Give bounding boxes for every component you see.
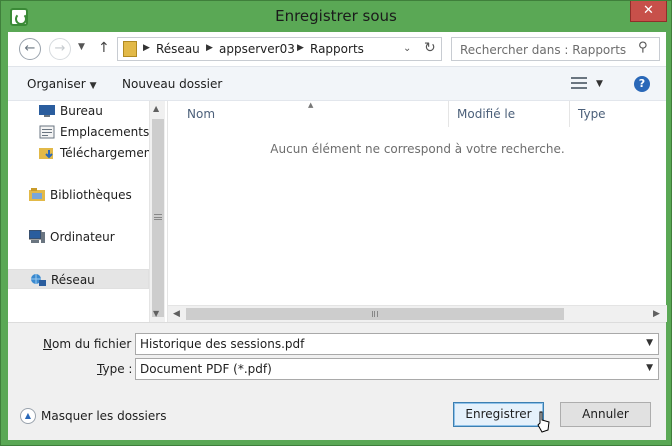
scroll-up-icon[interactable]: ▲ <box>153 104 159 113</box>
search-input[interactable]: Rechercher dans : Rapports <box>460 43 626 57</box>
breadcrumb-appserver03[interactable]: appserver03 <box>219 42 295 56</box>
column-header-name[interactable]: Nom <box>179 101 449 127</box>
file-type-dropdown-icon[interactable]: ▼ <box>646 363 653 373</box>
nav-item-label: Téléchargements <box>60 146 149 160</box>
nav-item-desktop[interactable]: Bureau <box>8 101 149 121</box>
network-icon <box>31 274 46 286</box>
filename-label: Nom du fichier : <box>43 337 140 351</box>
command-bar: Organiser ▼ Nouveau dossier ▼ ? <box>8 66 666 101</box>
search-icon[interactable]: ⚲ <box>638 40 648 55</box>
organize-button[interactable]: Organiser ▼ <box>27 77 97 91</box>
nav-item-network[interactable]: Réseau <box>8 269 149 289</box>
cancel-button[interactable]: Annuler <box>560 402 651 427</box>
file-type-value[interactable]: Document PDF (*.pdf) <box>140 362 272 376</box>
file-list-horizontal-scrollbar[interactable]: ◀ ▶ <box>168 305 667 322</box>
scrollbar-thumb[interactable] <box>186 308 564 320</box>
recent-places-icon <box>39 125 55 139</box>
help-icon[interactable]: ? <box>634 76 650 92</box>
file-type-select[interactable]: Document PDF (*.pdf) ▼ <box>135 358 659 380</box>
hide-folders-label: Masquer les dossiers <box>41 409 167 423</box>
empty-results-message: Aucun élément ne correspond à votre rech… <box>270 142 565 156</box>
chevron-right-icon[interactable]: ▶ <box>206 43 213 53</box>
address-bar[interactable]: ▶ Réseau ▶ appserver03 ▶ Rapports ⌄ ↻ <box>117 37 442 61</box>
refresh-icon[interactable]: ↻ <box>424 40 436 56</box>
breadcrumb-reports[interactable]: Rapports <box>310 42 364 56</box>
desktop-icon <box>39 105 55 117</box>
organize-label: Organiser <box>27 77 86 91</box>
view-dropdown-icon[interactable]: ▼ <box>596 79 603 89</box>
nav-item-label: Bureau <box>60 104 103 118</box>
view-options-icon[interactable] <box>571 76 587 90</box>
new-folder-button[interactable]: Nouveau dossier <box>122 77 222 91</box>
window-title: Enregistrer sous <box>275 7 397 25</box>
back-button[interactable]: ← <box>19 38 41 60</box>
file-list[interactable]: ▲ Nom Modifié le Type Aucun élément ne c… <box>167 101 667 322</box>
dialog-client-area: ← → ▼ ↑ ▶ Réseau ▶ appserver03 ▶ Rapport… <box>8 32 667 440</box>
filename-dropdown-icon[interactable]: ▼ <box>646 338 653 348</box>
nav-item-label: Bibliothèques <box>50 188 132 202</box>
downloads-icon <box>39 148 53 159</box>
save-as-dialog: Enregistrer sous ✕ ← → ▼ ↑ ▶ Réseau ▶ ap… <box>0 0 672 446</box>
filename-value[interactable]: Historique des sessions.pdf <box>140 337 304 351</box>
search-box[interactable]: Rechercher dans : Rapports ⚲ <box>451 37 660 61</box>
chevron-right-icon[interactable]: ▶ <box>143 43 150 53</box>
scrollbar-grip-icon <box>372 311 378 317</box>
file-type-label: Type : <box>97 362 133 376</box>
up-arrow-icon[interactable]: ↑ <box>98 40 110 56</box>
navigation-pane: Bureau Emplacements récents Téléchargeme… <box>8 101 165 322</box>
column-header-type[interactable]: Type <box>570 101 667 127</box>
chevron-up-icon[interactable]: ▲ <box>20 408 36 424</box>
recent-locations-dropdown-icon[interactable]: ▼ <box>78 42 85 52</box>
scrollbar-grip-icon <box>154 214 162 220</box>
address-dropdown-icon[interactable]: ⌄ <box>403 43 411 54</box>
title-bar[interactable]: Enregistrer sous ✕ <box>1 1 671 32</box>
close-button[interactable]: ✕ <box>630 1 667 22</box>
computer-icon <box>29 230 45 243</box>
address-row: ← → ▼ ↑ ▶ Réseau ▶ appserver03 ▶ Rapport… <box>8 32 666 66</box>
save-button[interactable]: Enregistrer <box>453 402 544 427</box>
scroll-right-icon[interactable]: ▶ <box>653 309 660 319</box>
chevron-down-icon: ▼ <box>89 81 97 91</box>
location-folder-icon <box>123 41 137 57</box>
libraries-icon <box>29 188 45 201</box>
forward-button[interactable]: → <box>49 38 71 60</box>
mouse-pointer-icon <box>537 411 550 433</box>
nav-item-libraries[interactable]: Bibliothèques <box>8 185 149 205</box>
filename-field[interactable]: Historique des sessions.pdf ▼ <box>135 333 659 355</box>
save-form: Nom du fichier : Historique des sessions… <box>8 322 666 440</box>
breadcrumb-network[interactable]: Réseau <box>156 42 200 56</box>
nav-item-downloads[interactable]: Téléchargements <box>8 143 149 163</box>
nav-item-computer[interactable]: Ordinateur <box>8 227 149 247</box>
scroll-left-icon[interactable]: ◀ <box>173 309 180 319</box>
nav-item-recent-places[interactable]: Emplacements récents <box>8 122 149 142</box>
navigation-pane-scrollbar[interactable]: ▲ ▼ <box>149 101 165 322</box>
nav-item-label: Réseau <box>51 273 95 287</box>
chevron-right-icon[interactable]: ▶ <box>297 43 304 53</box>
column-header-modified[interactable]: Modifié le <box>449 101 570 127</box>
nav-item-label: Ordinateur <box>50 230 115 244</box>
nav-item-label: Emplacements récents <box>60 125 149 139</box>
scroll-down-icon[interactable]: ▼ <box>153 309 159 318</box>
